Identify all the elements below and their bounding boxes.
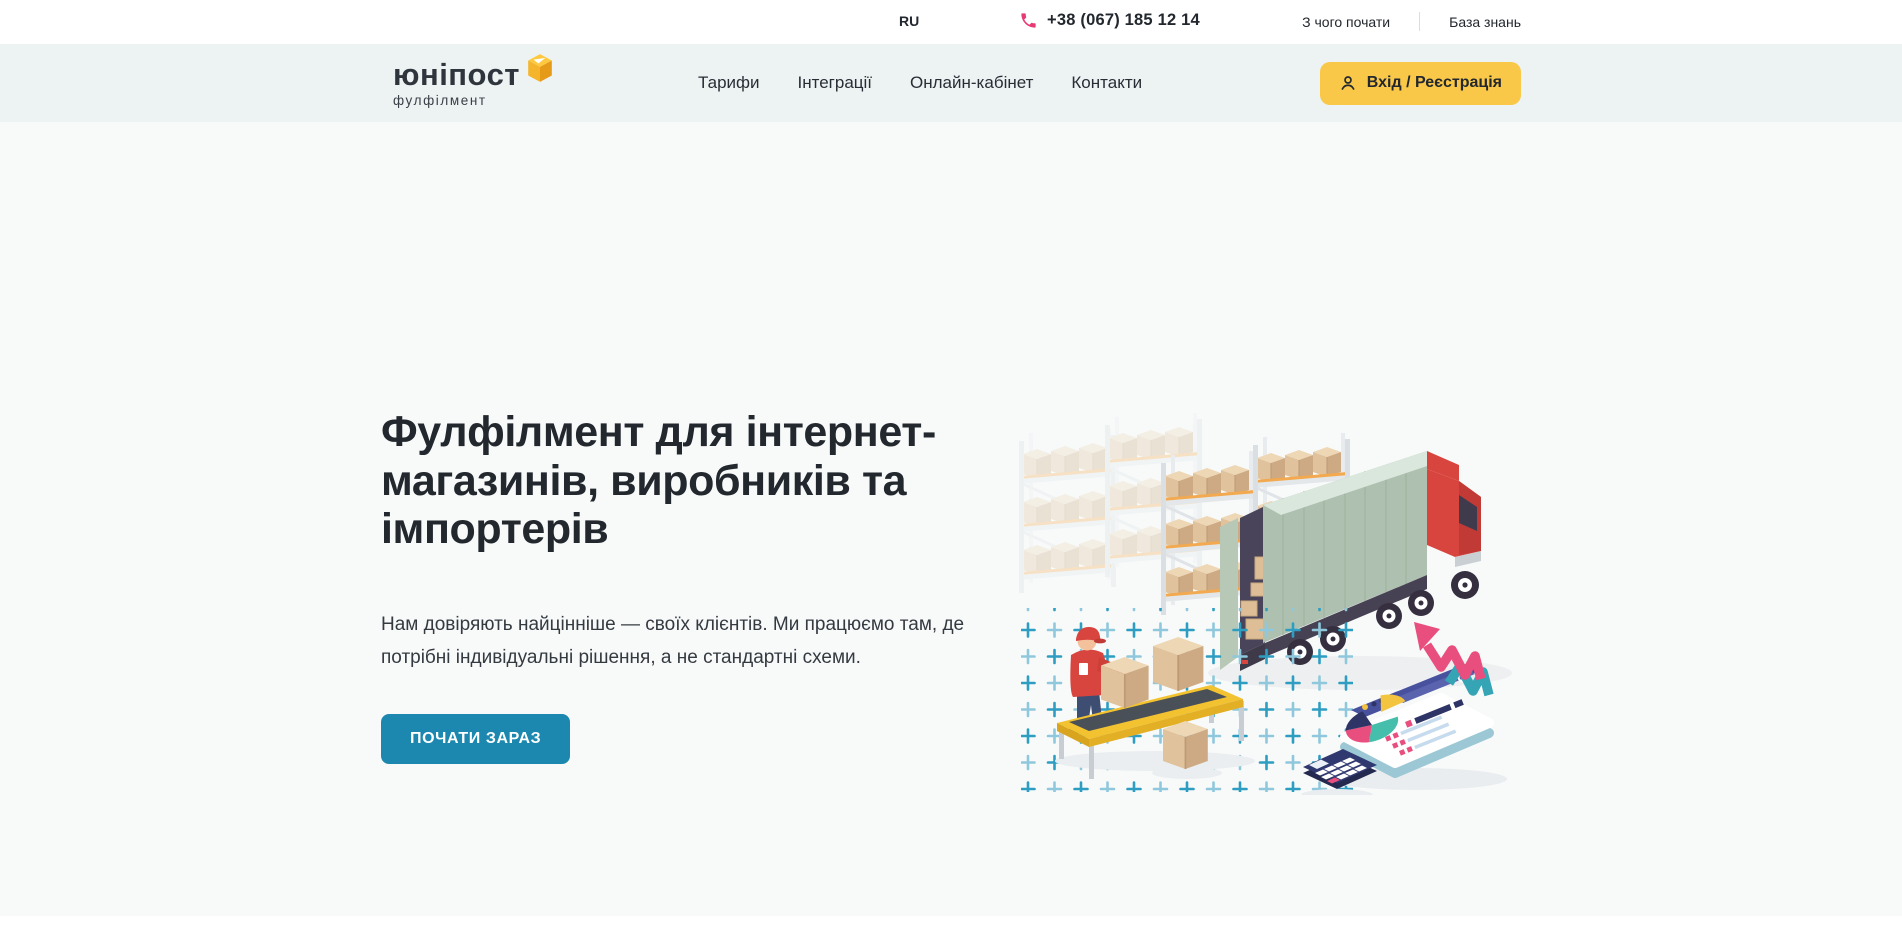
bottom-strip [0,916,1902,940]
link-knowledge-base[interactable]: База знань [1449,14,1521,30]
language-toggle[interactable]: RU [899,13,919,29]
logo[interactable]: юніпост фулфілмент [393,59,553,108]
phone-link[interactable]: +38 (067) 185 12 14 [1019,11,1200,30]
hero-description: Нам довіряють найцінніше — своїх клієнті… [381,608,1021,674]
divider [1419,12,1420,31]
nav-item-tariffs[interactable]: Тарифи [698,73,760,93]
phone-number: +38 (067) 185 12 14 [1047,11,1200,30]
start-now-button[interactable]: ПОЧАТИ ЗАРАЗ [381,714,570,764]
login-register-label: Вхід / Реєстрація [1367,74,1502,92]
user-icon [1339,74,1357,92]
topbar: RU +38 (067) 185 12 14 З чого почати Баз… [0,0,1902,44]
nav-item-contacts[interactable]: Контакти [1071,73,1142,93]
topbar-links: З чого почати База знань [1302,12,1521,31]
header: юніпост фулфілмент Тарифи Інтеграції Онл… [0,44,1902,122]
link-get-started[interactable]: З чого почати [1302,14,1390,30]
logo-tagline: фулфілмент [393,93,553,108]
nav-item-cabinet[interactable]: Онлайн-кабінет [910,73,1033,93]
main-nav: Тарифи Інтеграції Онлайн-кабінет Контакт… [698,73,1142,93]
nav-item-integrations[interactable]: Інтеграції [798,73,873,93]
login-register-button[interactable]: Вхід / Реєстрація [1320,62,1521,105]
hero-section: Фулфілмент для інтернет-магазинів, вироб… [0,122,1902,916]
logo-title: юніпост [393,59,520,90]
phone-icon [1019,11,1038,30]
hero-illustration [1015,405,1515,795]
page-title: Фулфілмент для інтернет-магазинів, вироб… [381,122,1041,554]
cube-icon [527,53,553,83]
